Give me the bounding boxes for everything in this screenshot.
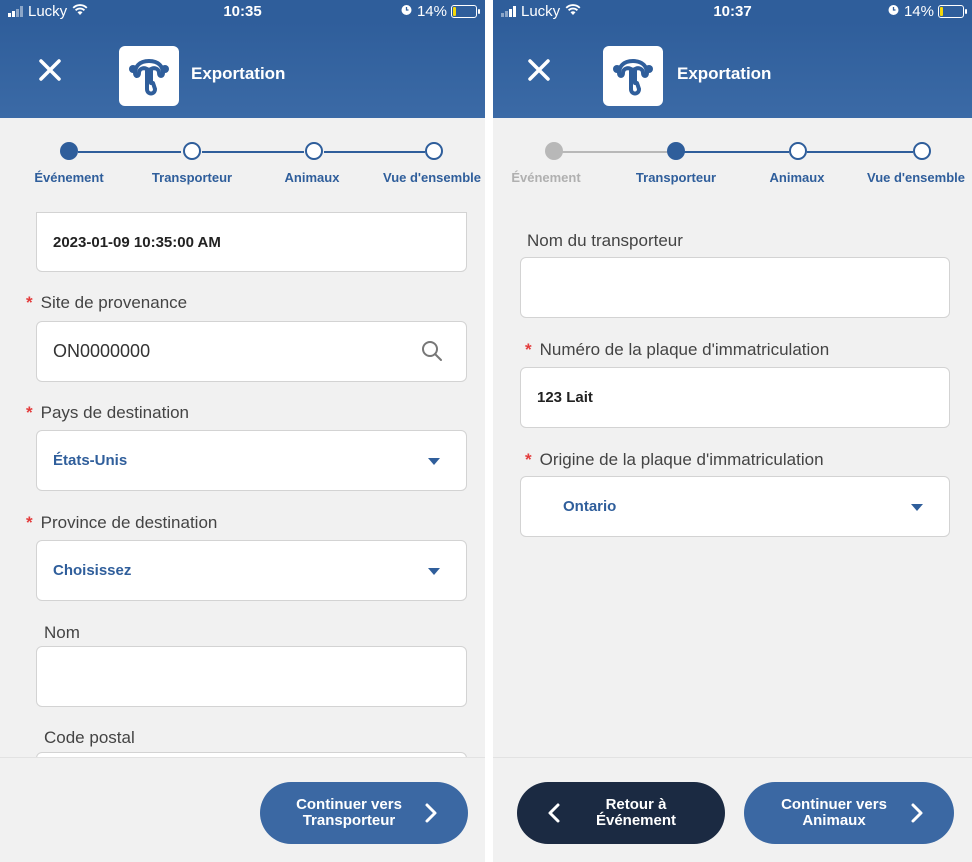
step-label-animaux[interactable]: Animaux: [285, 170, 340, 185]
step-label-vue-ensemble[interactable]: Vue d'ensemble: [867, 170, 965, 185]
step-connector: [324, 151, 425, 153]
caret-down-icon: [428, 457, 440, 465]
required-mark: *: [525, 450, 532, 469]
required-mark: *: [26, 513, 33, 532]
origine-label: * Origine de la plaque d'immatriculation: [525, 450, 824, 469]
origine-value: Ontario: [563, 498, 617, 515]
step-connector: [683, 151, 789, 153]
search-icon[interactable]: [420, 339, 444, 363]
alarm-icon: [400, 3, 413, 20]
site-label: * Site de provenance: [26, 293, 188, 312]
step-dot-evenement[interactable]: [60, 142, 78, 160]
close-icon[interactable]: [32, 52, 68, 88]
transporteur-input[interactable]: [520, 257, 950, 318]
app-header: Exportation: [0, 22, 485, 118]
pays-value: États-Unis: [53, 452, 128, 469]
app-header: Exportation: [493, 22, 972, 118]
province-value: Choisissez: [53, 562, 132, 579]
step-dot-animaux[interactable]: [305, 142, 323, 160]
back-evenement-button[interactable]: Retour à Événement: [517, 782, 725, 844]
step-dot-evenement[interactable]: [545, 142, 563, 160]
uterus-logo-icon: [119, 46, 179, 106]
site-value: ON0000000: [53, 341, 151, 361]
battery-icon: [938, 5, 967, 18]
nom-label: Nom: [44, 623, 80, 642]
screen-transporteur: Lucky 10:37 14% Exportation Événement Tr…: [493, 0, 972, 862]
form-transporteur: Nom du transporteur * Numéro de la plaque…: [493, 210, 972, 758]
step-connector: [555, 151, 667, 153]
step-label-animaux[interactable]: Animaux: [770, 170, 825, 185]
step-label-evenement[interactable]: Événement: [511, 170, 580, 185]
stepper: Événement Transporteur Animaux Vue d'ens…: [493, 118, 972, 210]
step-connector: [78, 151, 181, 153]
back-button-label: Retour à Événement: [595, 796, 677, 829]
step-dot-transporteur[interactable]: [183, 142, 201, 160]
step-label-transporteur[interactable]: Transporteur: [636, 170, 716, 185]
footer-bar: Retour à Événement Continuer vers Animau…: [493, 757, 972, 862]
screen-evenement: Lucky 10:35 14% Exportation Événement Tr…: [0, 0, 485, 862]
page-title: Exportation: [677, 64, 772, 83]
pays-label: * Pays de destination: [26, 403, 190, 422]
stepper: Événement Transporteur Animaux Vue d'ens…: [0, 118, 485, 210]
step-dot-vue-ensemble[interactable]: [425, 142, 443, 160]
continue-button-label: Continuer vers Animaux: [781, 796, 887, 829]
chevron-right-icon: [904, 801, 928, 825]
battery-icon: [451, 5, 480, 18]
pays-select[interactable]: États-Unis: [36, 430, 467, 491]
continue-transporteur-button[interactable]: Continuer vers Transporteur: [260, 782, 468, 844]
close-icon[interactable]: [521, 52, 557, 88]
form-evenement: 2023-01-09 10:35:00 AM * Site de provenan…: [0, 210, 485, 758]
uterus-logo-icon: [603, 46, 663, 106]
required-mark: *: [26, 293, 33, 312]
continue-animaux-button[interactable]: Continuer vers Animaux: [744, 782, 954, 844]
caret-down-icon: [911, 503, 923, 511]
step-connector: [202, 151, 304, 153]
caret-down-icon: [428, 567, 440, 575]
status-bar: Lucky 10:37 14%: [493, 0, 972, 22]
continue-button-label: Continuer vers Transporteur: [296, 796, 402, 829]
origine-select[interactable]: Ontario: [520, 476, 950, 537]
plaque-value: 123 Lait: [537, 389, 593, 406]
datetime-field[interactable]: 2023-01-09 10:35:00 AM: [36, 212, 467, 272]
footer-bar: Continuer vers Transporteur: [0, 757, 485, 862]
province-label: * Province de destination: [26, 513, 218, 532]
battery-percent: 14%: [903, 3, 934, 20]
step-dot-vue-ensemble[interactable]: [913, 142, 931, 160]
nom-input[interactable]: [36, 646, 467, 707]
chevron-left-icon: [543, 801, 567, 825]
step-dot-transporteur[interactable]: [667, 142, 685, 160]
battery-percent: 14%: [416, 3, 447, 20]
required-mark: *: [26, 403, 33, 422]
transporteur-label: Nom du transporteur: [527, 231, 683, 250]
step-connector: [807, 151, 913, 153]
chevron-right-icon: [418, 801, 442, 825]
code-postal-label: Code postal: [44, 728, 135, 747]
step-label-transporteur[interactable]: Transporteur: [152, 170, 232, 185]
required-mark: *: [525, 340, 532, 359]
datetime-value: 2023-01-09 10:35:00 AM: [53, 233, 221, 251]
site-input[interactable]: ON0000000: [36, 321, 467, 382]
page-title: Exportation: [191, 64, 286, 83]
alarm-icon: [887, 3, 900, 20]
plaque-input[interactable]: 123 Lait: [520, 367, 950, 428]
plaque-label: * Numéro de la plaque d'immatriculation: [525, 340, 830, 359]
step-dot-animaux[interactable]: [789, 142, 807, 160]
step-label-evenement[interactable]: Événement: [34, 170, 103, 185]
step-label-vue-ensemble[interactable]: Vue d'ensemble: [383, 170, 481, 185]
status-bar: Lucky 10:35 14%: [0, 0, 485, 22]
province-select[interactable]: Choisissez: [36, 540, 467, 601]
